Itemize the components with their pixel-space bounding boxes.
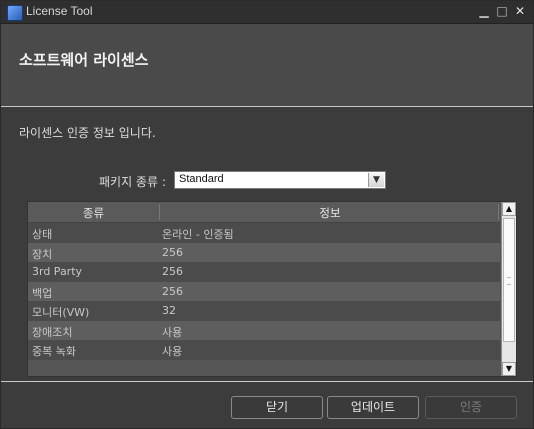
table-row[interactable]: 장치 256: [28, 242, 500, 262]
table-row[interactable]: 모니터(VW) 32: [28, 301, 500, 321]
row-info-cell: 온라인 - 인증됨: [162, 228, 234, 241]
row-type-cell: 모니터(VW): [32, 306, 90, 319]
row-type-cell: 백업: [32, 286, 53, 300]
table-row[interactable]: 장애조치 사용: [28, 320, 500, 340]
table-header: 종류 정보: [28, 202, 500, 223]
row-info-cell: 256: [162, 245, 183, 259]
title-bar[interactable]: License Tool ▁ □ ✕: [1, 1, 533, 24]
column-header-type[interactable]: 종류: [28, 205, 159, 221]
table-row[interactable]: 3rd Party 256: [28, 262, 500, 282]
authenticate-button[interactable]: 인증: [425, 396, 517, 419]
table-body: 상태 온라인 - 인증됨 장치 256 3rd Party 256 백업 256…: [28, 223, 500, 360]
package-type-select[interactable]: Standard ▼: [174, 171, 386, 189]
page-title: 소프트웨어 라이센스: [19, 51, 149, 69]
table-row[interactable]: 중복 녹화 사용: [28, 340, 500, 360]
footer-divider: [1, 381, 533, 382]
window-title: License Tool: [26, 4, 93, 18]
table-row[interactable]: 백업 256: [28, 281, 500, 301]
update-button[interactable]: 업데이트: [327, 396, 419, 419]
maximize-icon[interactable]: □: [493, 2, 511, 20]
row-type-cell: 상태: [32, 228, 53, 241]
row-type-cell: 장애조치: [32, 325, 73, 339]
app-icon: [7, 5, 23, 21]
close-icon[interactable]: ✕: [511, 2, 529, 20]
description-text: 라이센스 인증 정보 입니다.: [19, 126, 156, 140]
row-info-cell: 사용: [162, 345, 183, 358]
column-divider: [498, 204, 499, 220]
scroll-down-icon[interactable]: ▼: [502, 362, 516, 376]
header-panel: 소프트웨어 라이센스: [1, 24, 533, 106]
row-type-cell: 3rd Party: [32, 265, 83, 278]
table-row[interactable]: 상태 온라인 - 인증됨: [28, 223, 500, 243]
scroll-up-icon[interactable]: ▲: [502, 202, 516, 216]
row-info-cell: 256: [162, 284, 183, 298]
license-info-table: 종류 정보 상태 온라인 - 인증됨 장치 256 3rd Party 256 …: [27, 201, 517, 377]
package-type-value: Standard: [179, 173, 224, 185]
row-info-cell: 사용: [162, 325, 183, 339]
column-header-info[interactable]: 정보: [160, 205, 500, 221]
chevron-down-icon[interactable]: ▼: [368, 173, 384, 187]
close-button[interactable]: 닫기: [231, 396, 323, 419]
package-type-label: 패키지 종류 :: [99, 175, 166, 189]
row-type-cell: 중복 녹화: [32, 345, 76, 358]
minimize-icon[interactable]: ▁: [475, 2, 493, 20]
row-type-cell: 장치: [32, 247, 53, 261]
license-tool-window: License Tool ▁ □ ✕ 소프트웨어 라이센스 라이센스 인증 정보…: [0, 0, 534, 429]
table-scrollbar[interactable]: ▲ ▼: [501, 202, 516, 376]
grip-icon: [507, 277, 511, 285]
row-info-cell: 32: [162, 304, 176, 317]
header-divider: [1, 106, 533, 107]
row-info-cell: 256: [162, 265, 183, 278]
scrollbar-thumb[interactable]: [503, 218, 515, 342]
